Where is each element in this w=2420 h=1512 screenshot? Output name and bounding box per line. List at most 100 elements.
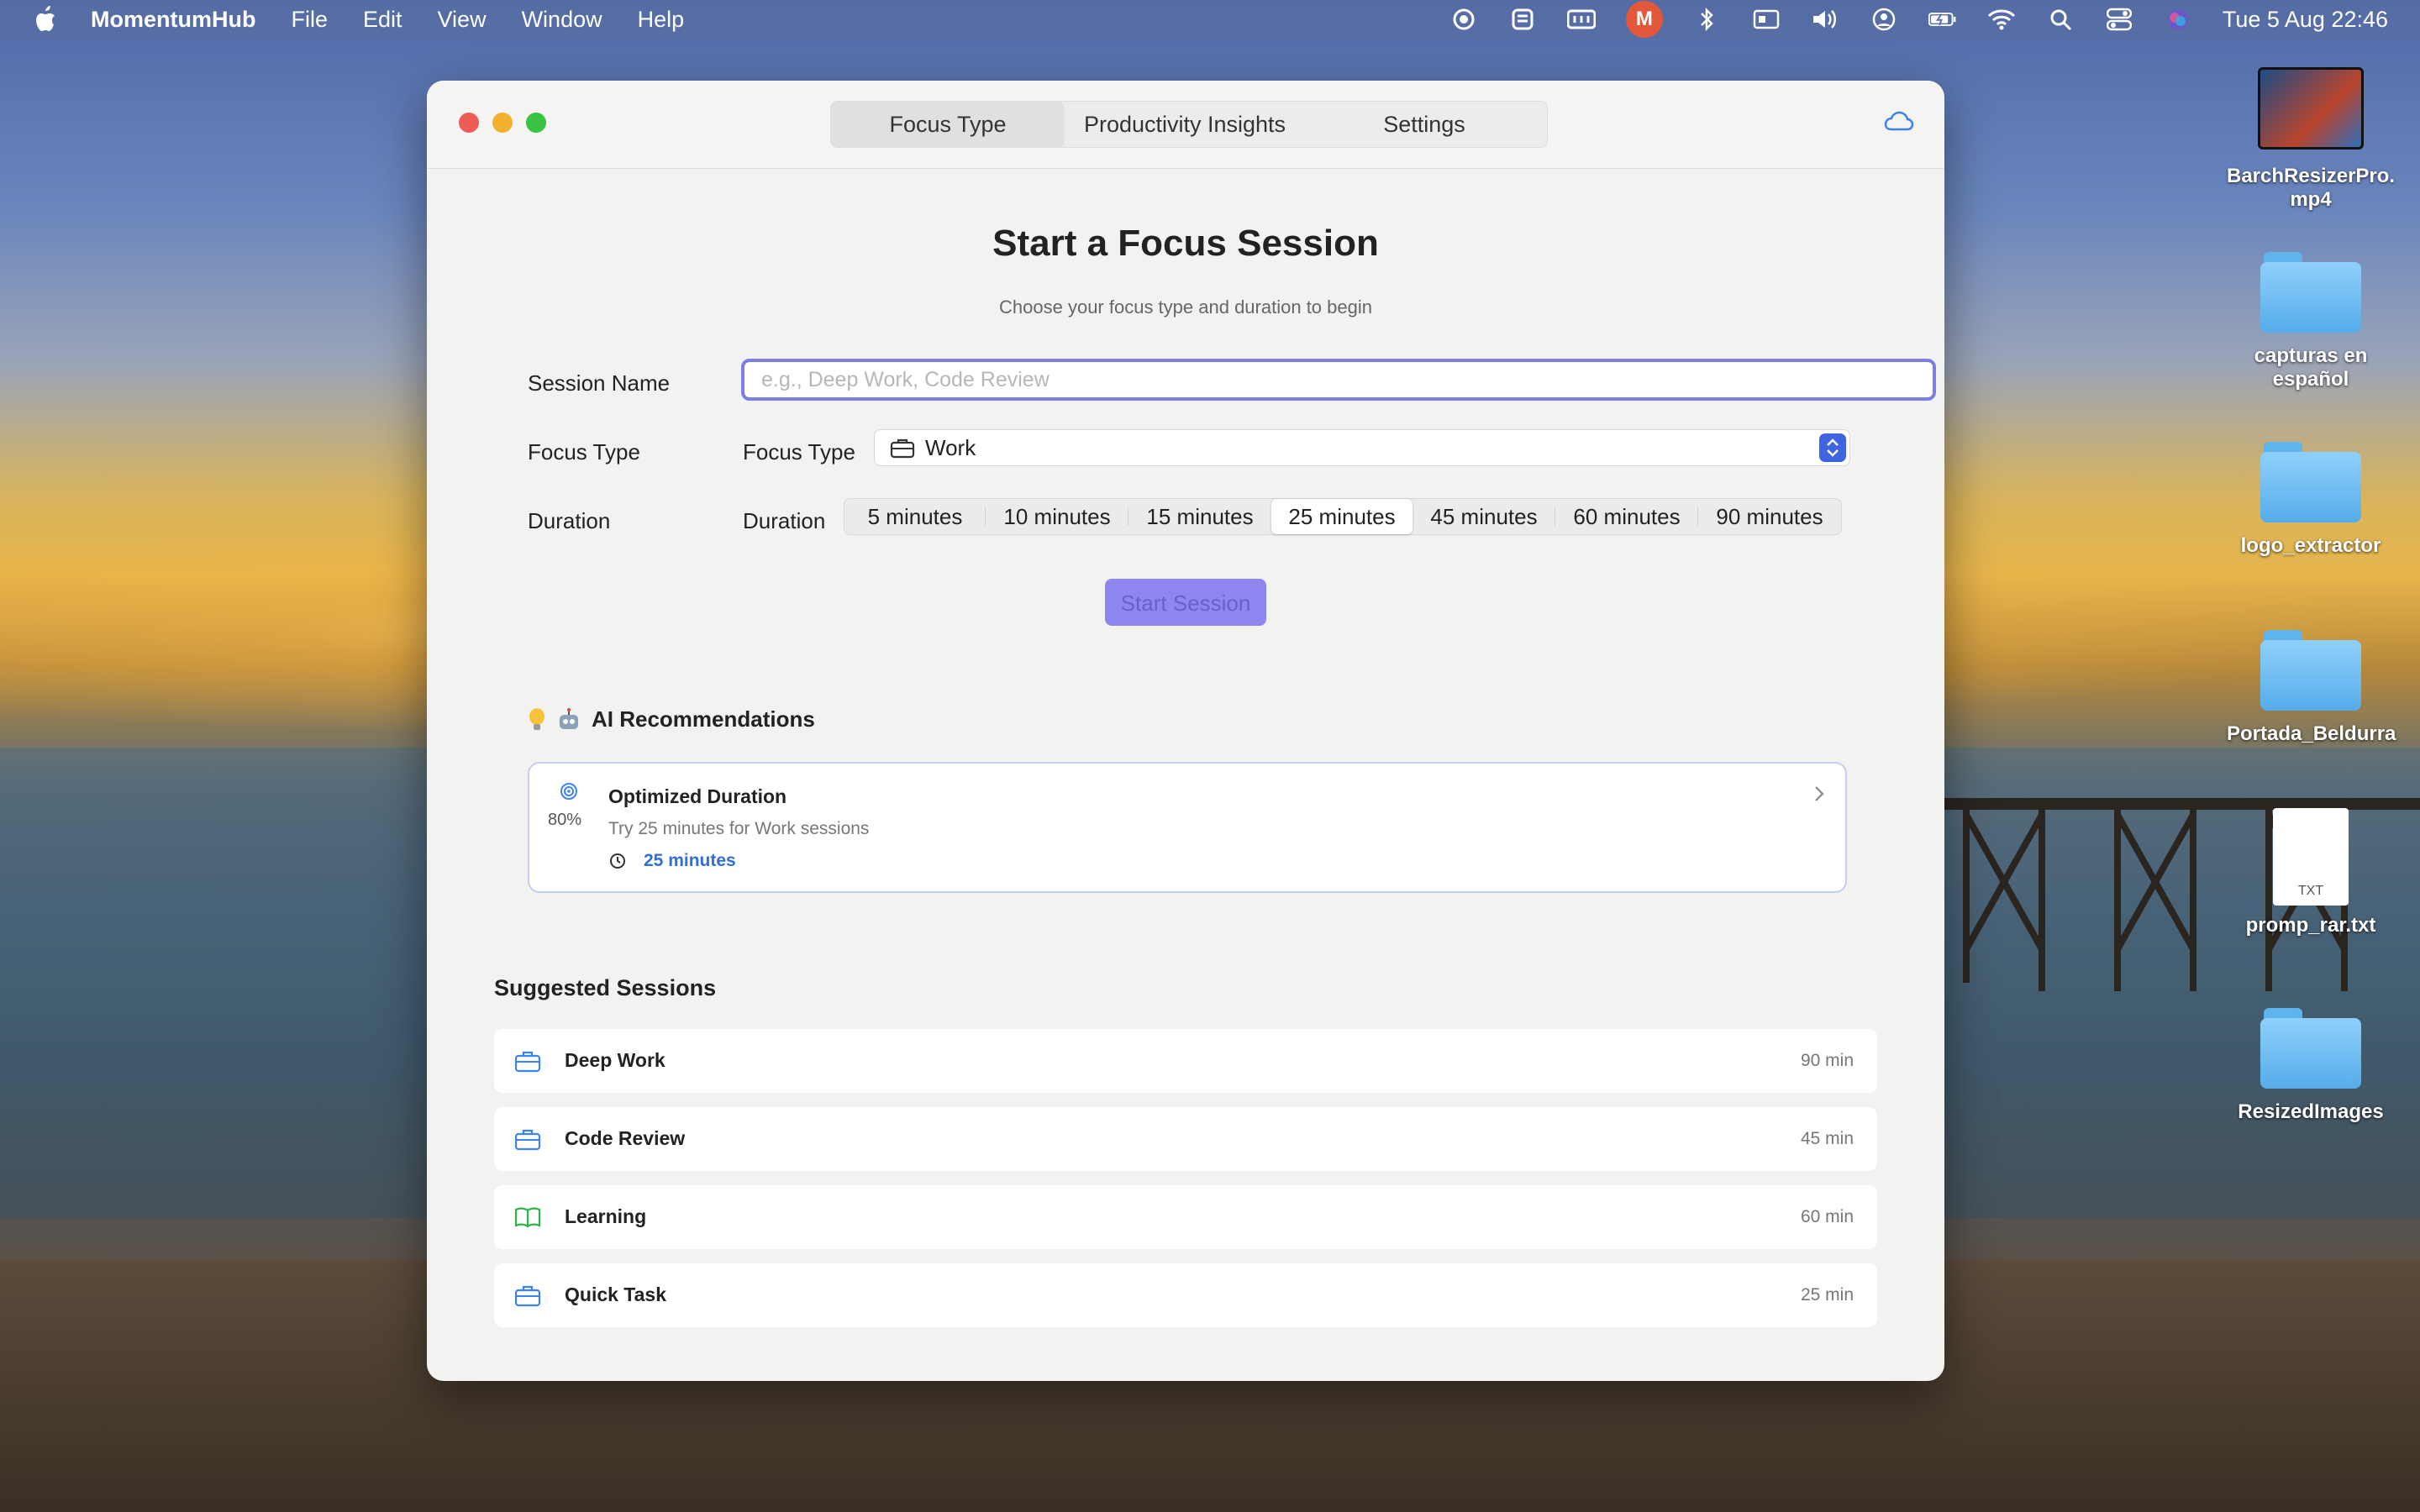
session-duration: 90 min	[1800, 1051, 1854, 1070]
duration-segmented-control: 5 minutes 10 minutes 15 minutes 25 minut…	[844, 498, 1842, 535]
ai-recommendation-card[interactable]: 80% Optimized Duration Try 25 minutes fo…	[528, 762, 1847, 893]
desktop-item-label: BarchResizerPro. mp4	[2227, 165, 2396, 211]
tab-bar: Focus Type Productivity Insights Setting…	[830, 101, 1548, 148]
suggested-session-row[interactable]: Quick Task 25 min	[494, 1263, 1877, 1327]
robot-icon	[560, 707, 578, 729]
desktop-item-video[interactable]: BarchResizerPro. mp4	[2227, 67, 2395, 212]
wifi-icon[interactable]	[1987, 7, 2016, 32]
session-duration: 25 min	[1800, 1285, 1854, 1305]
user-icon[interactable]	[1870, 7, 1898, 32]
duration-option[interactable]: 5 minutes	[844, 499, 986, 534]
menu-edit[interactable]: Edit	[363, 7, 402, 33]
spotlight-icon[interactable]	[2046, 7, 2075, 32]
menu-bar-tray: M Tue 5 Aug 22:46	[1449, 0, 2388, 39]
session-duration: 60 min	[1800, 1207, 1854, 1226]
screen-record-icon[interactable]	[1449, 7, 1478, 32]
desktop-item-txt[interactable]: TXT promp_rar.txt	[2227, 808, 2395, 937]
duration-option[interactable]: 10 minutes	[986, 499, 1128, 534]
menu-extra-icon[interactable]	[1508, 7, 1537, 32]
session-name: Code Review	[565, 1127, 686, 1149]
book-icon	[514, 1207, 541, 1228]
ai-heading-text: AI Recommendations	[592, 706, 815, 732]
chevron-right-icon[interactable]	[1812, 782, 1827, 806]
briefcase-icon	[514, 1285, 541, 1307]
text-file-tag: TXT	[2297, 884, 2324, 898]
suggested-session-row[interactable]: Code Review 45 min	[494, 1107, 1877, 1171]
bluetooth-icon[interactable]	[1693, 7, 1722, 32]
session-name: Learning	[565, 1205, 647, 1227]
session-name: Quick Task	[565, 1284, 667, 1305]
briefcase-icon	[514, 1129, 541, 1151]
desktop-item-label: ResizedImages	[2238, 1100, 2384, 1123]
duration-option[interactable]: 15 minutes	[1128, 499, 1271, 534]
cloud-sync-icon[interactable]	[1884, 109, 1914, 134]
video-thumbnail-icon	[2258, 67, 2364, 150]
session-name-input[interactable]	[741, 359, 1936, 401]
momentum-app-icon[interactable]: M	[1625, 1, 1663, 38]
recommendation-duration[interactable]: 25 minutes	[644, 851, 736, 871]
battery-icon[interactable]	[1928, 7, 1957, 32]
suggested-session-row[interactable]: Deep Work 90 min	[494, 1029, 1877, 1093]
window-titlebar: Focus Type Productivity Insights Setting…	[427, 81, 1944, 169]
menu-window[interactable]: Window	[522, 7, 602, 33]
duration-label: Duration	[528, 508, 611, 533]
menu-file[interactable]: File	[291, 7, 328, 33]
suggested-session-row[interactable]: Learning 60 min	[494, 1185, 1877, 1249]
desktop-item-label: capturas en español	[2254, 344, 2368, 391]
close-window-button[interactable]	[459, 113, 479, 133]
confidence-percent: 80%	[548, 811, 582, 829]
desktop-item-folder[interactable]: logo_extractor	[2227, 442, 2395, 558]
focus-type-value: Work	[925, 434, 976, 460]
volume-icon[interactable]	[1811, 7, 1839, 32]
apple-menu-icon[interactable]	[32, 5, 57, 34]
tab-productivity-insights[interactable]: Productivity Insights	[1065, 102, 1305, 147]
control-center-icon[interactable]	[2105, 7, 2133, 32]
start-session-button[interactable]: Start Session	[1105, 579, 1266, 626]
duration-option[interactable]: 45 minutes	[1413, 499, 1555, 534]
ai-recommendations-heading: AI Recommendations	[528, 706, 815, 732]
folder-icon	[2260, 1008, 2361, 1089]
select-stepper-icon	[1819, 433, 1846, 462]
recommendation-title: Optimized Duration	[608, 785, 787, 807]
menu-help[interactable]: Help	[638, 7, 685, 33]
text-file-icon: TXT	[2273, 808, 2349, 906]
session-name-label: Session Name	[528, 370, 671, 396]
focus-type-inline-label: Focus Type	[743, 439, 855, 465]
focus-type-label: Focus Type	[528, 439, 640, 465]
suggested-sessions-heading: Suggested Sessions	[494, 975, 717, 1000]
folder-icon	[2260, 630, 2361, 711]
tab-settings[interactable]: Settings	[1305, 102, 1544, 147]
siri-icon[interactable]	[2164, 7, 2192, 32]
zoom-window-button[interactable]	[526, 113, 546, 133]
folder-icon	[2260, 252, 2361, 333]
page-title: Start a Focus Session	[992, 223, 1379, 264]
desktop-item-label: Portada_Beldurra	[2227, 722, 2396, 745]
focus-type-select[interactable]: Work	[874, 429, 1850, 466]
desktop-item-folder[interactable]: capturas en español	[2227, 252, 2395, 391]
menu-app-name[interactable]: MomentumHub	[91, 7, 255, 33]
menu-bar: MomentumHub File Edit View Window Help M	[0, 0, 2420, 39]
briefcase-icon	[514, 1051, 541, 1073]
lightbulb-icon	[529, 707, 544, 730]
menu-bar-clock[interactable]: Tue 5 Aug 22:46	[2223, 7, 2388, 33]
folder-icon	[2260, 442, 2361, 522]
duration-option[interactable]: 60 minutes	[1555, 499, 1698, 534]
display-icon[interactable]	[1752, 7, 1781, 32]
duration-inline-label: Duration	[743, 508, 826, 533]
menu-view[interactable]: View	[438, 7, 487, 33]
desktop-item-folder[interactable]: ResizedImages	[2227, 1008, 2395, 1124]
session-name: Deep Work	[565, 1049, 666, 1071]
keyboard-icon[interactable]	[1566, 7, 1596, 32]
app-window: Focus Type Productivity Insights Setting…	[427, 81, 1944, 1381]
minimize-window-button[interactable]	[492, 113, 513, 133]
recommendation-description: Try 25 minutes for Work sessions	[608, 819, 870, 838]
timer-icon	[610, 853, 625, 869]
tab-focus-type[interactable]: Focus Type	[831, 102, 1065, 147]
session-duration: 45 min	[1800, 1129, 1854, 1148]
duration-option-selected[interactable]: 25 minutes	[1271, 499, 1413, 534]
desktop-item-label: logo_extractor	[2240, 534, 2381, 557]
desktop-item-folder[interactable]: Portada_Beldurra	[2227, 630, 2396, 746]
page-subtitle: Choose your focus type and duration to b…	[999, 297, 1372, 318]
duration-option[interactable]: 90 minutes	[1698, 499, 1841, 534]
desktop-item-label: promp_rar.txt	[2245, 914, 2376, 937]
